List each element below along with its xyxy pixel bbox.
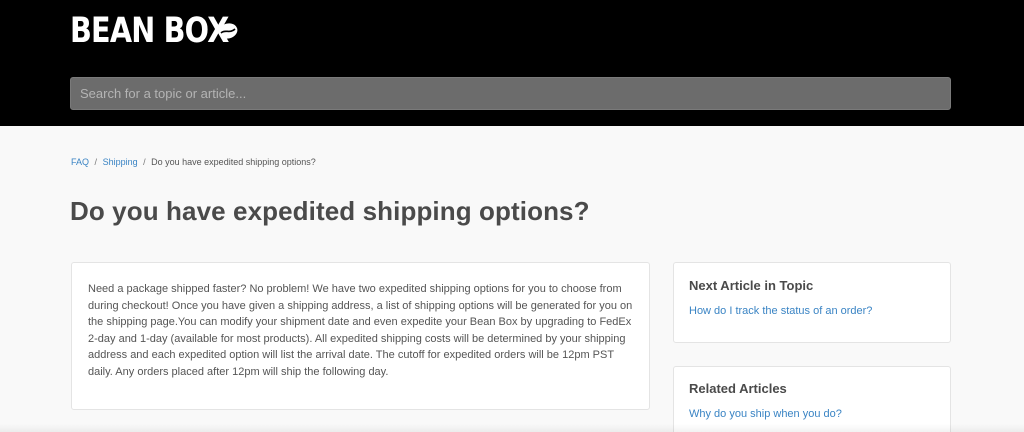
breadcrumb-link-faq[interactable]: FAQ bbox=[71, 157, 89, 167]
related-articles-card: Related Articles Why do you ship when yo… bbox=[673, 366, 951, 432]
breadcrumb-separator: / bbox=[143, 157, 146, 167]
next-article-link[interactable]: How do I track the status of an order? bbox=[689, 305, 935, 317]
article-card: Need a package shipped faster? No proble… bbox=[71, 262, 650, 410]
bottom-edge-shadow bbox=[0, 424, 1024, 432]
site-header: BEAN BOX bbox=[0, 0, 1024, 126]
logo-text: BEAN BOX bbox=[70, 11, 229, 51]
next-article-card: Next Article in Topic How do I track the… bbox=[673, 262, 951, 343]
search-input[interactable] bbox=[70, 77, 951, 110]
related-article-link[interactable]: Why do you ship when you do? bbox=[689, 408, 935, 420]
breadcrumb: FAQ / Shipping / Do you have expedited s… bbox=[71, 157, 316, 167]
breadcrumb-current: Do you have expedited shipping options? bbox=[151, 157, 316, 167]
page-title: Do you have expedited shipping options? bbox=[70, 196, 590, 226]
related-articles-heading: Related Articles bbox=[689, 381, 787, 396]
site-logo[interactable]: BEAN BOX bbox=[70, 10, 263, 52]
next-article-heading: Next Article in Topic bbox=[689, 278, 814, 293]
breadcrumb-separator: / bbox=[94, 157, 98, 167]
breadcrumb-link-shipping[interactable]: Shipping bbox=[103, 157, 138, 167]
coffee-bean-icon bbox=[218, 23, 238, 39]
article-body: Need a package shipped faster? No proble… bbox=[88, 283, 633, 378]
